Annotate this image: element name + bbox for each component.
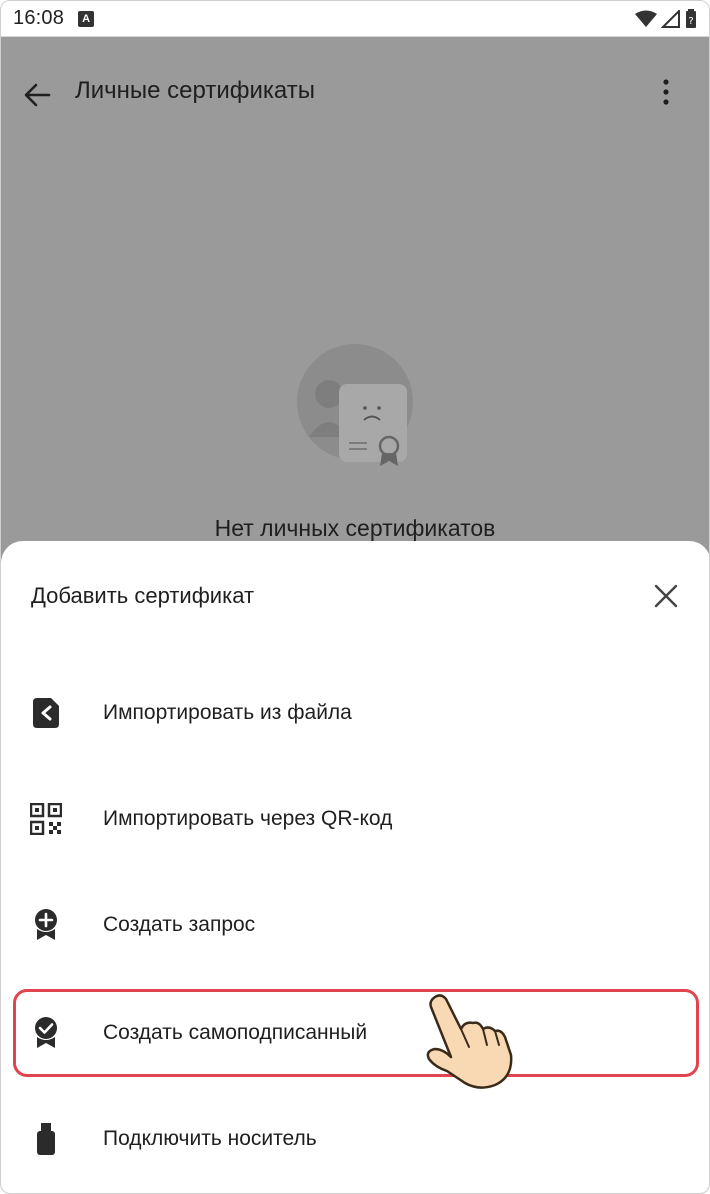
- menu-item-create-request[interactable]: Создать запрос: [1, 885, 709, 965]
- menu-item-connect-token[interactable]: Подключить носитель: [1, 1099, 709, 1179]
- close-icon[interactable]: [651, 581, 681, 611]
- menu-item-label: Подключить носитель: [103, 1127, 317, 1150]
- menu-item-label: Импортировать из файла: [103, 701, 352, 724]
- status-bar: 16:08 A ?: [1, 1, 709, 37]
- menu-item-import-file[interactable]: Импортировать из файла: [1, 673, 709, 753]
- empty-state-text: Нет личных сертификатов: [214, 515, 496, 541]
- empty-certificate-illustration-icon: [297, 344, 413, 466]
- page-title: Личные сертификаты: [75, 77, 315, 104]
- sheet-title: Добавить сертификат: [31, 583, 255, 608]
- add-certificate-sheet: Добавить сертификат Импортировать из фай…: [1, 541, 709, 1193]
- signal-icon: [661, 9, 680, 28]
- usb-token-icon: [29, 1122, 63, 1156]
- menu-item-label: Создать запрос: [103, 913, 256, 936]
- menu-item-label: Импортировать через QR-код: [103, 807, 393, 830]
- back-arrow-icon[interactable]: [23, 81, 51, 109]
- file-import-icon: [29, 696, 63, 730]
- battery-icon: ?: [686, 8, 696, 28]
- svg-text:?: ?: [688, 16, 693, 27]
- pointing-hand-icon: [426, 994, 513, 1089]
- qr-code-icon: [29, 802, 63, 836]
- certificate-add-icon: [29, 908, 63, 942]
- app-bar: Личные сертификаты: [1, 37, 709, 147]
- wifi-icon: [635, 10, 657, 27]
- notification-badge: A: [78, 10, 95, 27]
- menu-item-import-qr[interactable]: Импортировать через QR-код: [1, 779, 709, 859]
- highlight-frame: [13, 989, 699, 1077]
- more-vertical-icon[interactable]: [655, 77, 677, 107]
- phone-screen: 16:08 A ? Личные сертификаты Нет личных …: [0, 0, 710, 1194]
- status-time: 16:08: [13, 7, 65, 29]
- status-icons: ?: [635, 8, 697, 29]
